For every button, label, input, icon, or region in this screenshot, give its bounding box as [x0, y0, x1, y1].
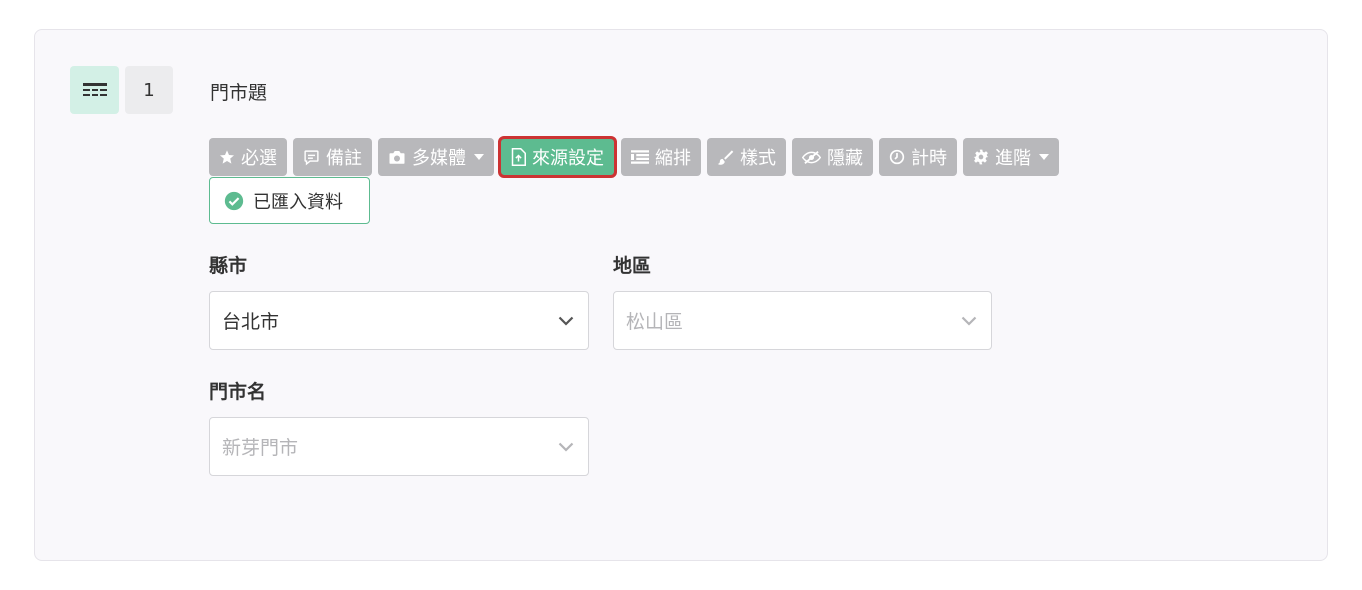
imported-data-label: 已匯入資料: [253, 191, 343, 213]
source-settings-button[interactable]: 來源設定: [498, 136, 617, 178]
multimedia-dropdown-button[interactable]: 多媒體: [378, 138, 494, 176]
timer-button[interactable]: 計時: [879, 138, 957, 176]
district-select[interactable]: 松山區: [613, 291, 992, 350]
chevron-down-icon: [558, 442, 574, 452]
star-icon: [220, 150, 234, 164]
imported-data-badge[interactable]: 已匯入資料: [209, 177, 370, 224]
camera-icon: [389, 151, 405, 164]
chevron-down-icon: [558, 316, 574, 326]
store-name-placeholder: 新芽門市: [222, 437, 299, 459]
store-name-select[interactable]: 新芽門市: [209, 417, 589, 476]
table-rows-icon: [82, 83, 107, 96]
brush-icon: [717, 149, 734, 165]
source-settings-label: 來源設定: [532, 148, 604, 169]
indent-icon: [631, 150, 649, 164]
clock-icon: [889, 149, 905, 165]
gear-icon: [973, 149, 989, 165]
county-label: 縣市: [209, 255, 248, 277]
indent-label: 縮排: [655, 148, 691, 169]
chevron-down-icon: [961, 316, 977, 326]
required-label: 必選: [241, 148, 277, 169]
question-number: 1: [125, 66, 173, 114]
note-button[interactable]: 備註: [293, 138, 372, 176]
file-upload-icon: [511, 148, 526, 166]
caret-down-icon: [1039, 154, 1049, 160]
county-value: 台北市: [222, 311, 280, 333]
indent-button[interactable]: 縮排: [621, 138, 701, 176]
check-circle-icon: [224, 191, 244, 210]
note-label: 備註: [326, 148, 362, 169]
style-button[interactable]: 樣式: [707, 138, 786, 176]
timer-label: 計時: [911, 148, 947, 169]
store-name-label: 門市名: [209, 381, 267, 403]
eye-slash-icon: [802, 150, 821, 164]
required-button[interactable]: 必選: [209, 138, 287, 176]
caret-down-icon: [474, 154, 484, 160]
advanced-label: 進階: [995, 148, 1031, 169]
county-select[interactable]: 台北市: [209, 291, 589, 350]
district-label: 地區: [613, 255, 652, 277]
question-toolbar: 必選 備註 多媒體 來源設定 縮排 樣式 隱藏 計時 進階: [209, 136, 1059, 178]
style-label: 樣式: [740, 148, 776, 169]
question-type-badge[interactable]: [70, 66, 119, 114]
district-placeholder: 松山區: [626, 311, 684, 333]
hide-label: 隱藏: [827, 148, 863, 169]
hide-button[interactable]: 隱藏: [792, 138, 873, 176]
multimedia-label: 多媒體: [412, 148, 466, 169]
question-title[interactable]: 門市題: [210, 78, 267, 105]
comment-icon: [304, 149, 319, 165]
advanced-dropdown-button[interactable]: 進階: [963, 138, 1059, 176]
